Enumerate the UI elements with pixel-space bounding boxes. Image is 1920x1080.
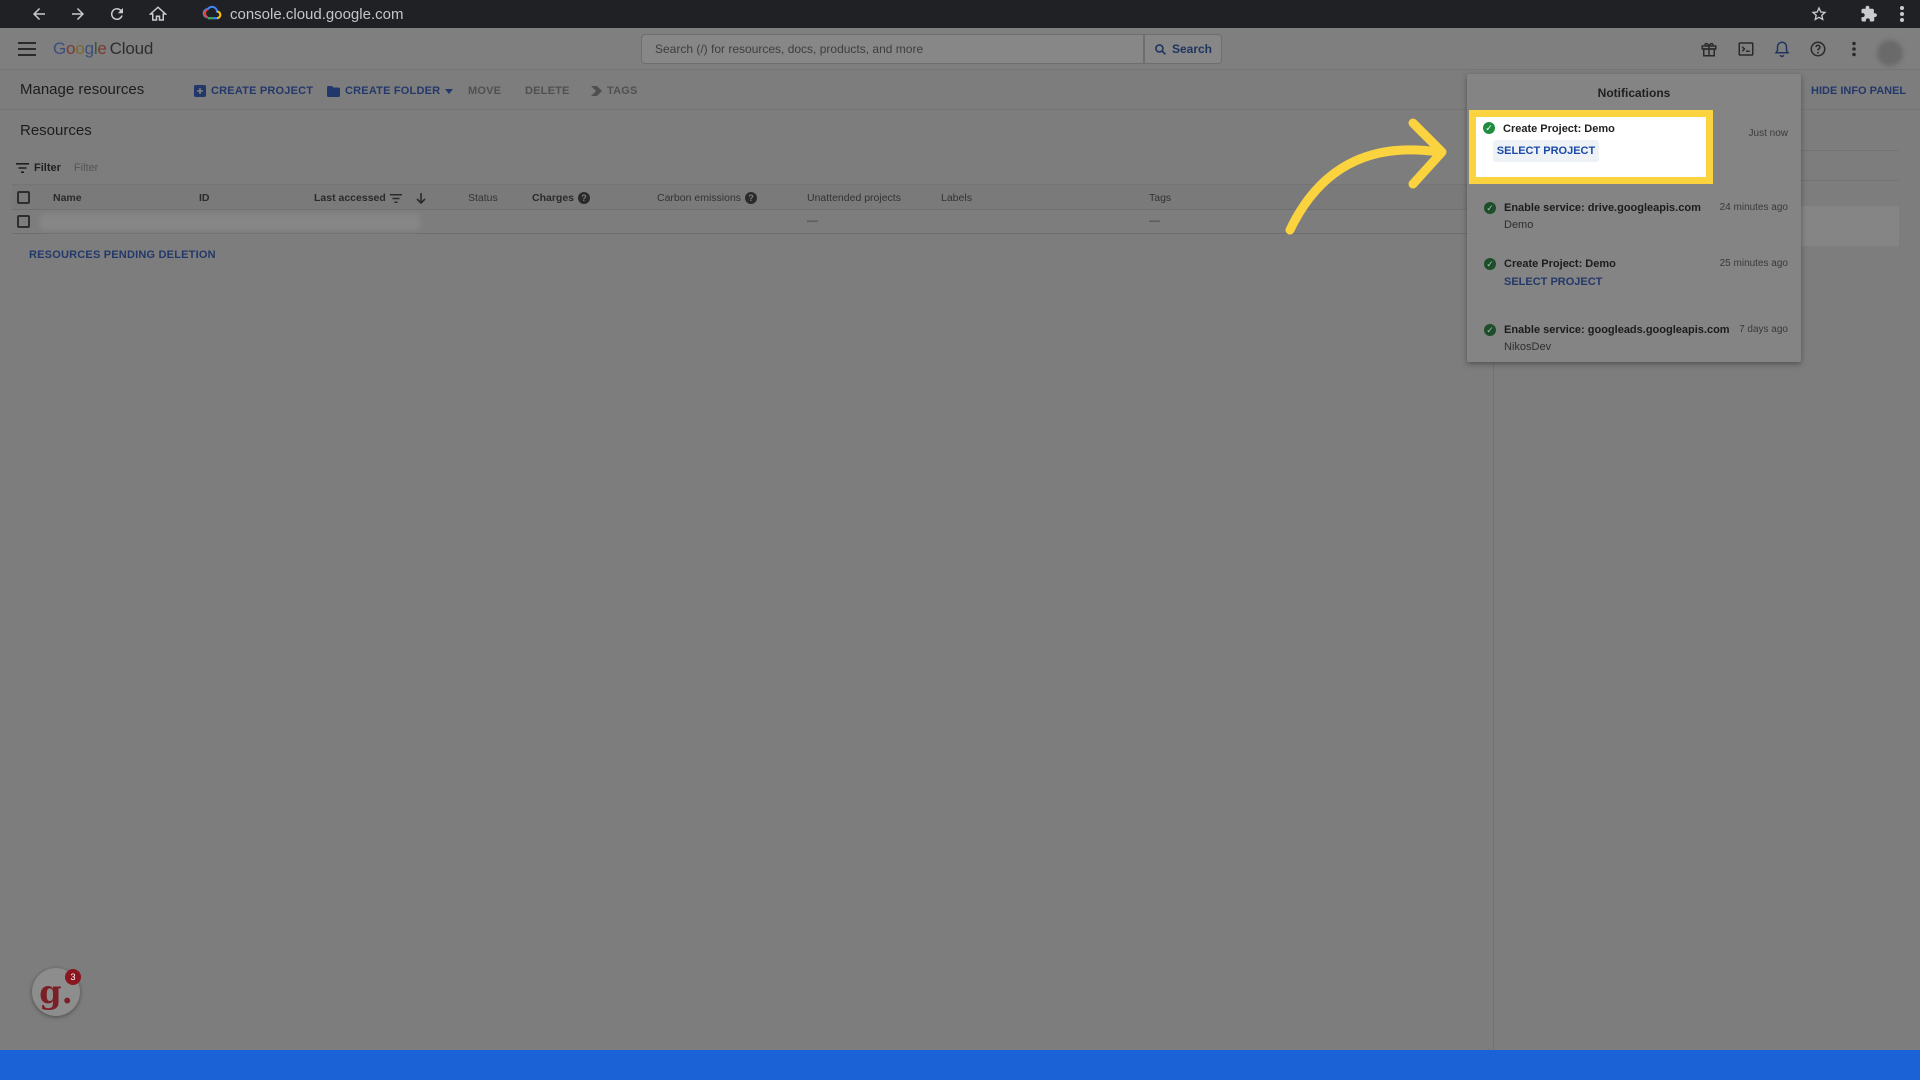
filter-bar[interactable]: Filter Filter <box>16 160 98 176</box>
column-unattended-projects[interactable]: Unattended projects <box>807 192 901 204</box>
check-circle-icon: ✓ <box>1484 202 1496 214</box>
column-last-accessed-label: Last accessed <box>314 192 386 204</box>
select-project-button[interactable]: SELECT PROJECT <box>1493 140 1599 162</box>
check-circle-icon: ✓ <box>1483 122 1495 134</box>
help-icon[interactable] <box>1807 38 1829 60</box>
search-placeholder: Search (/) for resources, docs, products… <box>655 42 924 56</box>
highlighted-notification[interactable]: ✓ Create Project: Demo SELECT PROJECT <box>1469 110 1713 184</box>
kebab-menu-icon[interactable] <box>1887 0 1917 28</box>
row-unattended-value: — <box>807 215 818 227</box>
notification-time: 24 minutes ago <box>1719 202 1788 213</box>
add-box-icon <box>194 85 206 97</box>
forward-arrow-icon[interactable] <box>61 0 95 28</box>
column-charges-label: Charges <box>532 192 575 204</box>
gift-icon[interactable] <box>1698 38 1720 60</box>
create-folder-label: CREATE FOLDER <box>345 85 441 97</box>
tag-icon <box>591 86 602 96</box>
notification-title: Create Project: Demo <box>1503 123 1615 135</box>
help-circle-icon[interactable]: ? <box>578 192 591 204</box>
move-button[interactable]: MOVE <box>468 85 501 97</box>
resources-pending-deletion-link[interactable]: RESOURCES PENDING DELETION <box>29 249 216 261</box>
page-title: Manage resources <box>20 81 145 98</box>
delete-label: DELETE <box>525 85 570 97</box>
search-icon <box>1155 43 1166 55</box>
tags-button[interactable]: TAGS <box>591 85 638 97</box>
sort-arrow-down-icon[interactable] <box>416 192 426 204</box>
folder-add-icon <box>327 85 340 97</box>
row-checkbox[interactable] <box>17 215 30 228</box>
column-charges[interactable]: Charges ? <box>532 192 591 204</box>
brand-letter: g <box>84 39 94 58</box>
bell-icon[interactable] <box>1771 38 1793 60</box>
column-labels[interactable]: Labels <box>941 192 972 204</box>
brand-letter: e <box>97 39 107 58</box>
google-cloud-logo-icon <box>202 5 222 20</box>
select-all-checkbox[interactable] <box>17 191 30 204</box>
guide-count-badge: 3 <box>65 969 81 985</box>
cloud-shell-icon[interactable] <box>1735 38 1757 60</box>
address-bar[interactable]: console.cloud.google.com <box>192 0 1822 28</box>
brand-letter: G <box>53 39 67 58</box>
brand-letter: o <box>75 39 85 58</box>
bottom-bar <box>0 1050 1920 1080</box>
hide-info-panel-button[interactable]: HIDE INFO PANEL <box>1811 85 1906 97</box>
resources-heading: Resources <box>20 122 92 139</box>
avatar[interactable] <box>1877 40 1903 66</box>
reload-icon[interactable] <box>100 0 134 28</box>
search-button[interactable]: Search <box>1144 34 1222 64</box>
notification-project: NikosDev <box>1504 341 1552 353</box>
help-circle-icon[interactable]: ? <box>745 192 758 204</box>
filter-label: Filter <box>34 162 61 174</box>
search-button-label: Search <box>1171 42 1213 56</box>
column-tags[interactable]: Tags <box>1149 192 1171 204</box>
star-icon[interactable] <box>1804 0 1834 28</box>
extension-puzzle-icon[interactable] <box>1854 0 1884 28</box>
notification-time: 7 days ago <box>1739 324 1788 335</box>
back-arrow-icon[interactable] <box>22 0 56 28</box>
console-header: Google Cloud Search (/) for resources, do… <box>0 28 1920 70</box>
column-carbon-emissions[interactable]: Carbon emissions ? <box>657 192 758 204</box>
filter-icon <box>389 193 402 203</box>
column-name[interactable]: Name <box>53 192 82 204</box>
notification-time: 25 minutes ago <box>1719 258 1788 269</box>
kebab-icon[interactable] <box>1843 38 1865 60</box>
notification-title: Enable service: googleads.googleapis.com <box>1504 324 1730 336</box>
notification-title: Enable service: drive.googleapis.com <box>1504 202 1701 214</box>
notification-project: Demo <box>1504 219 1534 231</box>
check-circle-icon: ✓ <box>1484 258 1496 270</box>
google-cloud-logo[interactable]: Google Cloud <box>53 39 153 59</box>
tags-label: TAGS <box>607 85 638 97</box>
move-label: MOVE <box>468 85 502 97</box>
browser-toolbar: console.cloud.google.com <box>0 0 1920 28</box>
notification-time: Just now <box>1748 128 1788 139</box>
create-folder-button[interactable]: CREATE FOLDER <box>327 85 454 97</box>
column-carbon-label: Carbon emissions <box>657 192 742 204</box>
url-text: console.cloud.google.com <box>230 5 404 23</box>
notification-title: Create Project: Demo <box>1504 258 1616 270</box>
select-project-link[interactable]: SELECT PROJECT <box>1504 276 1602 288</box>
check-circle-icon: ✓ <box>1484 324 1496 336</box>
column-status[interactable]: Status <box>468 192 498 204</box>
brand-cloud: Cloud <box>109 39 154 58</box>
hamburger-menu-icon[interactable] <box>18 40 38 58</box>
chevron-down-icon <box>445 88 454 94</box>
home-icon[interactable] <box>141 0 175 28</box>
filter-input[interactable]: Filter <box>74 162 98 174</box>
create-project-label: CREATE PROJECT <box>211 85 314 97</box>
redacted-row-content <box>40 214 420 230</box>
search-input[interactable]: Search (/) for resources, docs, products… <box>641 34 1144 64</box>
curved-arrow-icon <box>1285 118 1447 235</box>
row-tags-value: — <box>1149 215 1160 227</box>
create-project-button[interactable]: CREATE PROJECT <box>194 85 313 97</box>
column-id[interactable]: ID <box>199 192 210 204</box>
delete-button[interactable]: DELETE <box>525 85 570 97</box>
brand-letter: o <box>66 39 76 58</box>
notifications-title: Notifications <box>1597 86 1671 100</box>
filter-icon <box>16 163 29 173</box>
column-last-accessed[interactable]: Last accessed <box>314 192 426 204</box>
